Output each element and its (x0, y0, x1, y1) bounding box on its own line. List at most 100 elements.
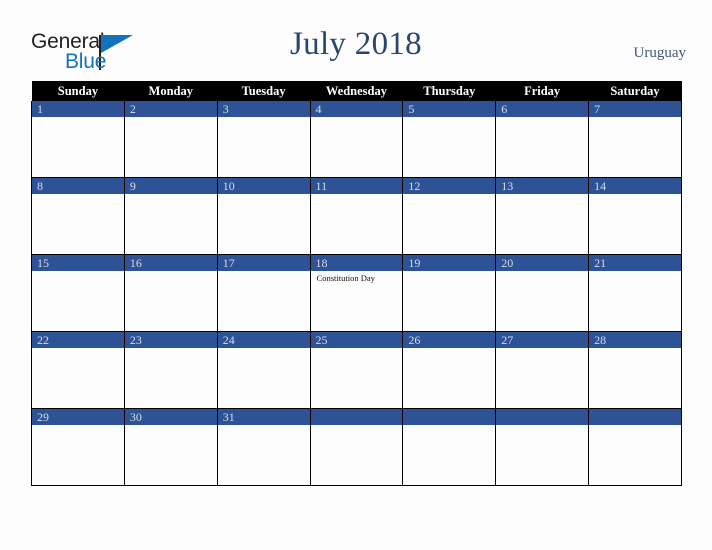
calendar-day-cell-inner: 3 (217, 101, 310, 177)
calendar-day-cell[interactable]: 5 (402, 101, 497, 178)
calendar-week-row: 15 16 17 18 Constitution Day 19 20 21 (31, 254, 682, 332)
day-number: 5 (403, 101, 496, 117)
day-number: 14 (589, 178, 681, 194)
day-number: 26 (403, 332, 496, 348)
calendar-day-cell[interactable]: 25 (309, 331, 404, 409)
calendar-day-cell[interactable]: 4 (309, 101, 404, 178)
day-number: 20 (496, 255, 589, 271)
country-label: Uruguay (633, 45, 687, 61)
day-number: 29 (32, 409, 124, 425)
calendar-day-cell-inner: 20 (496, 255, 589, 331)
holiday-label: Constitution Day (316, 273, 375, 283)
weekday-header-friday: Friday (495, 81, 589, 101)
calendar-day-cell-inner: 22 (32, 332, 124, 408)
day-events: Constitution Day (311, 271, 403, 284)
calendar-day-cell[interactable]: 19 (402, 254, 497, 332)
page-header: General Blue July 2018 Uruguay (0, 0, 712, 80)
calendar-day-cell[interactable]: 6 (495, 101, 590, 178)
calendar-day-cell[interactable]: 14 (588, 177, 682, 255)
day-number: 6 (496, 101, 589, 117)
day-number: 24 (217, 332, 310, 348)
calendar-day-cell[interactable]: 20 (495, 254, 590, 332)
calendar-day-cell[interactable]: 2 (123, 101, 218, 178)
day-number: 21 (589, 255, 681, 271)
calendar-day-cell-inner: 23 (124, 332, 217, 408)
day-number: 9 (124, 178, 217, 194)
calendar-day-cell[interactable]: 11 (309, 177, 404, 255)
calendar-day-cell-inner (589, 409, 681, 485)
calendar-grid: Sunday Monday Tuesday Wednesday Thursday… (31, 81, 682, 486)
calendar-day-cell[interactable]: 10 (216, 177, 311, 255)
calendar-day-cell[interactable]: 21 (588, 254, 682, 332)
calendar-day-cell-inner: 31 (217, 409, 310, 485)
calendar-day-cell[interactable]: 23 (123, 331, 218, 409)
calendar-day-cell[interactable]: 30 (123, 408, 218, 486)
day-number: 17 (217, 255, 310, 271)
day-number: 2 (124, 101, 217, 117)
day-number (496, 409, 589, 425)
calendar-day-cell-inner: 9 (124, 178, 217, 254)
weekday-header-wednesday: Wednesday (310, 81, 403, 101)
calendar-day-cell[interactable]: 17 (216, 254, 311, 332)
calendar-day-cell-inner: 10 (217, 178, 310, 254)
calendar-day-cell-inner: 18 Constitution Day (310, 255, 403, 331)
day-number: 10 (217, 178, 310, 194)
calendar-day-cell-inner: 6 (496, 101, 589, 177)
day-number: 16 (124, 255, 217, 271)
day-number (310, 409, 403, 425)
day-number (403, 409, 496, 425)
calendar-day-cell-inner: 27 (496, 332, 589, 408)
page-title: July 2018 (290, 26, 422, 62)
calendar-day-cell[interactable]: 9 (123, 177, 218, 255)
calendar-day-cell-inner: 12 (403, 178, 496, 254)
calendar-day-cell[interactable]: 12 (402, 177, 497, 255)
calendar-day-cell-inner: 1 (32, 101, 124, 177)
calendar-day-cell[interactable] (588, 408, 682, 486)
calendar-page: General Blue July 2018 Uruguay Sunday Mo… (0, 0, 712, 550)
calendar-day-cell[interactable] (495, 408, 590, 486)
calendar-day-cell-inner: 19 (403, 255, 496, 331)
calendar-week-row: 29 30 31 (31, 408, 682, 486)
day-number: 31 (217, 409, 310, 425)
calendar-day-cell[interactable] (402, 408, 497, 486)
calendar-week-row: 22 23 24 25 26 27 28 (31, 331, 682, 409)
weekday-header-saturday: Saturday (588, 81, 682, 101)
day-number: 1 (32, 101, 124, 117)
calendar-day-cell[interactable]: 16 (123, 254, 218, 332)
calendar-day-cell[interactable]: 3 (216, 101, 311, 178)
calendar-day-cell[interactable]: 13 (495, 177, 590, 255)
calendar-day-cell[interactable]: 15 (31, 254, 125, 332)
calendar-day-cell[interactable]: 29 (31, 408, 125, 486)
calendar-day-cell[interactable]: 7 (588, 101, 682, 178)
weekday-header-sunday: Sunday (31, 81, 125, 101)
calendar-day-cell-inner: 30 (124, 409, 217, 485)
weekday-header-tuesday: Tuesday (217, 81, 311, 101)
calendar-day-cell[interactable]: 8 (31, 177, 125, 255)
calendar-day-cell-inner: 16 (124, 255, 217, 331)
calendar-day-cell[interactable] (309, 408, 404, 486)
day-number: 7 (589, 101, 681, 117)
calendar-day-cell[interactable]: 18 Constitution Day (309, 254, 404, 332)
day-number: 30 (124, 409, 217, 425)
calendar-day-cell-inner (496, 409, 589, 485)
day-number: 28 (589, 332, 681, 348)
calendar-day-cell[interactable]: 22 (31, 331, 125, 409)
calendar-day-cell[interactable]: 26 (402, 331, 497, 409)
day-number: 23 (124, 332, 217, 348)
weekday-header-monday: Monday (124, 81, 218, 101)
day-number: 11 (310, 178, 403, 194)
calendar-day-cell[interactable]: 28 (588, 331, 682, 409)
calendar-day-cell[interactable]: 31 (216, 408, 311, 486)
calendar-day-cell-inner: 2 (124, 101, 217, 177)
calendar-day-cell-inner: 26 (403, 332, 496, 408)
calendar-day-cell-inner: 24 (217, 332, 310, 408)
calendar-day-cell-inner: 7 (589, 101, 681, 177)
calendar-day-cell[interactable]: 1 (31, 101, 125, 178)
day-number: 19 (403, 255, 496, 271)
day-number: 18 (310, 255, 403, 271)
calendar-day-cell[interactable]: 27 (495, 331, 590, 409)
day-number: 3 (217, 101, 310, 117)
calendar-day-cell-inner: 21 (589, 255, 681, 331)
calendar-day-cell[interactable]: 24 (216, 331, 311, 409)
calendar-day-cell-inner: 15 (32, 255, 124, 331)
